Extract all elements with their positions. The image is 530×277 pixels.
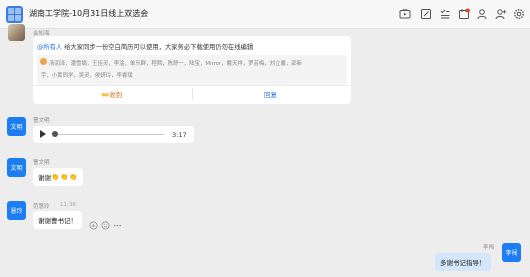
sender-name: 曹文明 — [33, 118, 50, 124]
mention-all[interactable]: @所有人 — [37, 44, 62, 51]
hand-icon: 👐 — [101, 91, 110, 99]
reply-button[interactable]: 回复 — [264, 89, 277, 99]
clap-emoji: 👏👏👏 — [51, 173, 79, 181]
recipient-line: 宇，小黄同学，吴灵，侯妍玲，李睿璞 — [41, 73, 133, 79]
divider — [33, 85, 351, 86]
recipient-line: 汤润泽，潘雪娟，王佳灵，李淦，单乐群，程熙，陈舒一，陆宝，Mirror，戴天祥，… — [49, 61, 303, 67]
voice-message[interactable]: 3:17 — [33, 126, 194, 143]
recipient-list: 汤润泽，潘雪娟，王佳灵，李淦，单乐群，程熙，陈舒一，陆宝，Mirror，戴天祥，… — [37, 55, 347, 86]
emoji-reaction-icon[interactable] — [100, 220, 110, 230]
notice-text: @所有人 给大家同步一份空白简历可以使用，大家务必下载使用仍勿在线编辑 — [37, 42, 253, 51]
sender-avatar[interactable]: 文明 — [7, 117, 26, 136]
notice-body: 给大家同步一份空白简历可以使用，大家务必下载使用仍勿在线编辑 — [64, 44, 254, 51]
live-icon[interactable] — [399, 8, 411, 20]
message-bubble[interactable]: 谢谢曹书记！ — [33, 211, 82, 229]
more-icon[interactable] — [112, 220, 122, 230]
reply-icon[interactable] — [88, 220, 98, 230]
voice-duration: 3:17 — [172, 131, 187, 139]
message-text: 谢谢 — [38, 174, 51, 182]
progress-track[interactable] — [52, 134, 164, 135]
divider — [192, 88, 193, 100]
message-time: 11:36 — [60, 202, 76, 208]
settings-icon[interactable] — [513, 8, 525, 20]
sender-avatar[interactable] — [8, 24, 25, 41]
progress-handle[interactable] — [52, 131, 58, 137]
sender-name: 曹文明 — [33, 160, 50, 166]
my-avatar[interactable]: 李闯 — [502, 243, 521, 262]
add-member-icon[interactable] — [495, 8, 507, 20]
my-message-bubble[interactable]: 多谢书记指导！ — [435, 253, 491, 271]
sender-name: 范慧玲 — [33, 204, 50, 210]
checklist-icon[interactable] — [439, 8, 451, 20]
play-icon[interactable] — [40, 130, 46, 138]
collect-button[interactable]: 👐收到 — [101, 89, 122, 99]
message-bubble[interactable]: 谢谢 👏👏👏 — [33, 168, 84, 186]
chat-header: 湖南工学院-10月31日线上双选会 — [0, 0, 530, 29]
group-avatar[interactable] — [6, 6, 23, 23]
chat-title[interactable]: 湖南工学院-10月31日线上双选会 — [29, 8, 148, 19]
calendar-icon[interactable] — [458, 8, 470, 20]
edit-icon[interactable] — [420, 8, 432, 20]
sender-avatar[interactable]: 慧玲 — [7, 201, 26, 220]
recipients-icon — [40, 58, 47, 65]
person-icon[interactable] — [476, 8, 488, 20]
sender-name: 李闯 — [483, 245, 495, 251]
notice-card[interactable]: @所有人 给大家同步一份空白简历可以使用，大家务必下载使用仍勿在线编辑 汤润泽，… — [33, 36, 351, 104]
sender-avatar[interactable]: 文明 — [7, 158, 26, 177]
